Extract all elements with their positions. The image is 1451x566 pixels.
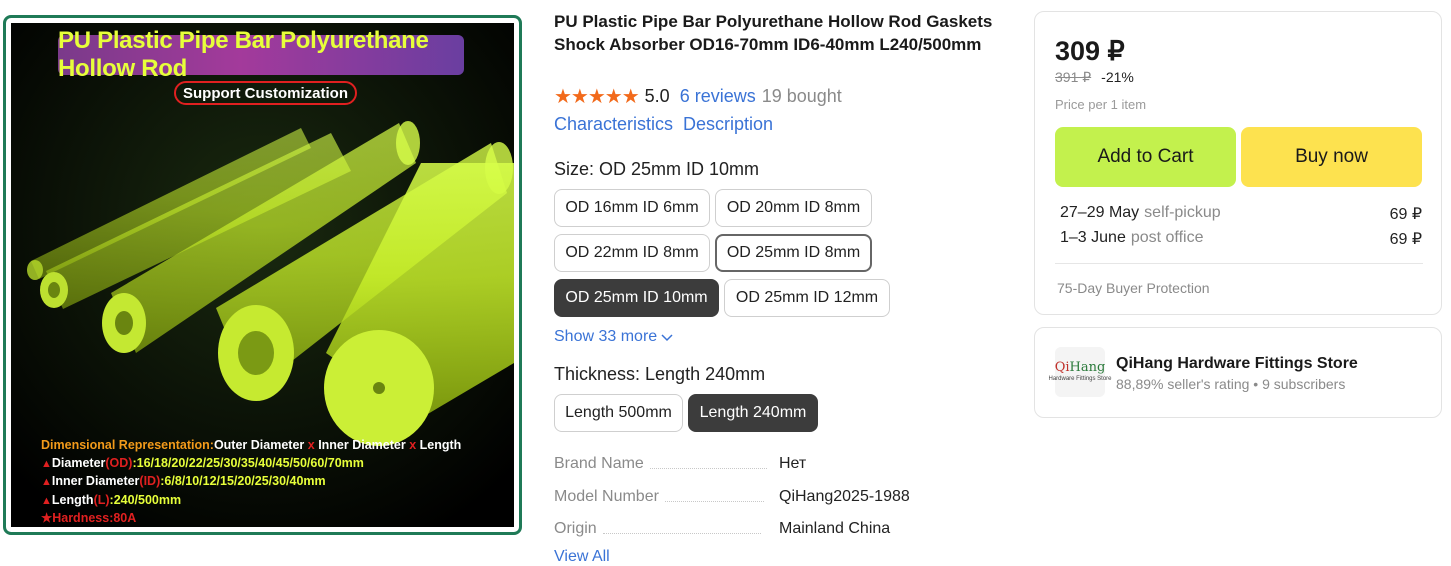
size-option-selected[interactable]: OD 25mm ID 10mm xyxy=(554,279,719,317)
size-option[interactable]: OD 25mm ID 8mm xyxy=(715,234,872,272)
store-meta: 88,89% seller's rating • 9 subscribers xyxy=(1116,376,1346,392)
price-per-item: Price per 1 item xyxy=(1055,97,1147,112)
shipping-method: self-pickup xyxy=(1144,204,1221,221)
spec-row-model: Model Number QiHang2025-1988 xyxy=(554,486,994,508)
od-values: :16/18/20/22/25/30/35/40/45/50/60/70mm xyxy=(132,455,364,470)
buyer-protection[interactable]: 75-Day Buyer Protection xyxy=(1057,280,1210,296)
id-label: Inner Diameter xyxy=(51,474,140,488)
rating-value: 5.0 xyxy=(644,86,670,106)
image-banner-text: PU Plastic Pipe Bar Polyurethane Hollow … xyxy=(58,27,429,82)
buybox-divider xyxy=(1055,263,1423,264)
support-tag-text: Support Customization xyxy=(183,84,348,102)
store-logo[interactable]: QiHang Hardware Fittings Store xyxy=(1048,347,1112,397)
spec-dots xyxy=(664,500,764,502)
spec-row-origin: Origin Mainland China xyxy=(554,518,994,540)
hardness-text: Hardness:80A xyxy=(52,511,137,525)
spec-key: Brand Name xyxy=(554,455,644,472)
show-more-label: Show 33 more xyxy=(554,328,658,345)
store-name[interactable]: QiHang Hardware Fittings Store xyxy=(1116,355,1358,373)
store-logo-text: QiHang xyxy=(1055,361,1106,375)
buy-box: 309 ₽ 391 ₽ -21% Price per 1 item Add to… xyxy=(1034,11,1442,315)
current-price: 309 ₽ xyxy=(1055,36,1125,66)
od-line: ▲Diameter(OD):16/18/20/22/25/30/35/40/45… xyxy=(41,455,461,474)
dim-label: Dimensional Representation: xyxy=(41,438,214,452)
od-code: (OD) xyxy=(105,455,133,470)
chevron-down-icon xyxy=(661,334,673,342)
triangle-icon: ▲ xyxy=(41,457,52,470)
size-option[interactable]: OD 22mm ID 8mm xyxy=(554,234,710,272)
description-link[interactable]: Description xyxy=(683,114,773,135)
rating-stars-icon: ★★★★★ xyxy=(554,86,640,108)
id-code: (ID) xyxy=(139,474,161,488)
add-to-cart-button[interactable]: Add to Cart xyxy=(1055,127,1236,187)
id-line: ▲Inner Diameter(ID):6/8/10/12/15/20/25/3… xyxy=(41,473,461,492)
discount-badge: -21% xyxy=(1101,69,1134,85)
shipping-option-pickup[interactable]: 27–29 May self-pickup 69 ₽ xyxy=(1060,204,1422,223)
store-logo-subtitle: Hardware Fittings Store xyxy=(1048,376,1112,382)
spec-key: Origin xyxy=(554,520,597,537)
spec-dots xyxy=(649,467,767,469)
shipping-cost: 69 ₽ xyxy=(1389,231,1422,248)
dim-length: Length xyxy=(419,438,462,452)
old-price-row: 391 ₽ -21% xyxy=(1055,69,1134,86)
show-more-sizes[interactable]: Show 33 more xyxy=(554,328,673,346)
rating-row: ★★★★★ 5.0 6 reviews 19 bought xyxy=(554,84,842,109)
characteristics-link[interactable]: Characteristics xyxy=(554,114,673,135)
hardness-line: ★Hardness:80A xyxy=(41,510,461,527)
spec-value: QiHang2025-1988 xyxy=(779,488,910,505)
len-values: :240/500mm xyxy=(109,492,182,507)
size-option[interactable]: OD 25mm ID 12mm xyxy=(724,279,890,317)
shipping-method: post office xyxy=(1130,229,1204,246)
size-option[interactable]: OD 16mm ID 6mm xyxy=(554,189,710,227)
bought-count: 19 bought xyxy=(761,86,842,106)
len-code: (L) xyxy=(93,492,110,507)
thickness-option[interactable]: Length 500mm xyxy=(554,394,683,432)
support-customization-tag: Support Customization xyxy=(174,81,357,105)
star-icon: ★ xyxy=(41,511,53,525)
len-label: Length xyxy=(51,492,94,507)
spec-row-brand: Brand Name Нет xyxy=(554,453,994,475)
size-option[interactable]: OD 20mm ID 8mm xyxy=(715,189,872,227)
thickness-option-selected[interactable]: Length 240mm xyxy=(688,394,818,432)
triangle-icon: ▲ xyxy=(41,476,52,488)
id-values: :6/8/10/12/15/20/25/30/40mm xyxy=(160,474,326,488)
reviews-link[interactable]: 6 reviews xyxy=(680,86,756,107)
image-spec-overlay: Dimensional Representation:Outer Diamete… xyxy=(41,437,461,527)
dim-representation-line: Dimensional Representation:Outer Diamete… xyxy=(41,437,461,455)
spec-dots xyxy=(602,532,761,534)
product-image-frame[interactable]: PU Plastic Pipe Bar Polyurethane Hollow … xyxy=(3,15,522,535)
length-line: ▲Length(L):240/500mm xyxy=(41,492,461,511)
old-price: 391 ₽ xyxy=(1055,69,1092,85)
shipping-date: 27–29 May xyxy=(1060,204,1140,221)
shipping-option-post[interactable]: 1–3 June post office 69 ₽ xyxy=(1060,229,1422,248)
spec-value: Нет xyxy=(779,455,807,472)
shipping-cost: 69 ₽ xyxy=(1389,206,1422,223)
size-label: Size: OD 25mm ID 10mm xyxy=(554,159,760,179)
product-title: PU Plastic Pipe Bar Polyurethane Hollow … xyxy=(554,12,993,54)
dim-x-2: x xyxy=(409,438,417,452)
thickness-label: Thickness: Length 240mm xyxy=(554,364,766,384)
spec-value: Mainland China xyxy=(779,520,891,537)
product-anchors: Characteristics Description xyxy=(554,114,773,135)
spec-key: Model Number xyxy=(554,488,659,505)
dim-inner: Inner Diameter xyxy=(318,438,406,452)
store-logo-hang: Hang xyxy=(1069,360,1106,375)
od-label: Diameter xyxy=(51,455,106,470)
buy-now-button[interactable]: Buy now xyxy=(1241,127,1422,187)
product-image[interactable]: PU Plastic Pipe Bar Polyurethane Hollow … xyxy=(11,23,514,527)
shipping-date: 1–3 June xyxy=(1060,229,1126,246)
triangle-icon: ▲ xyxy=(41,494,52,507)
store-logo-qi: Qi xyxy=(1054,360,1070,375)
store-card[interactable]: QiHang Hardware Fittings Store QiHang Ha… xyxy=(1034,327,1442,418)
dim-x-1: x xyxy=(307,438,315,452)
view-all-specs-link[interactable]: View All xyxy=(554,548,610,566)
image-banner: PU Plastic Pipe Bar Polyurethane Hollow … xyxy=(58,27,464,82)
dim-outer: Outer Diameter xyxy=(213,438,305,452)
